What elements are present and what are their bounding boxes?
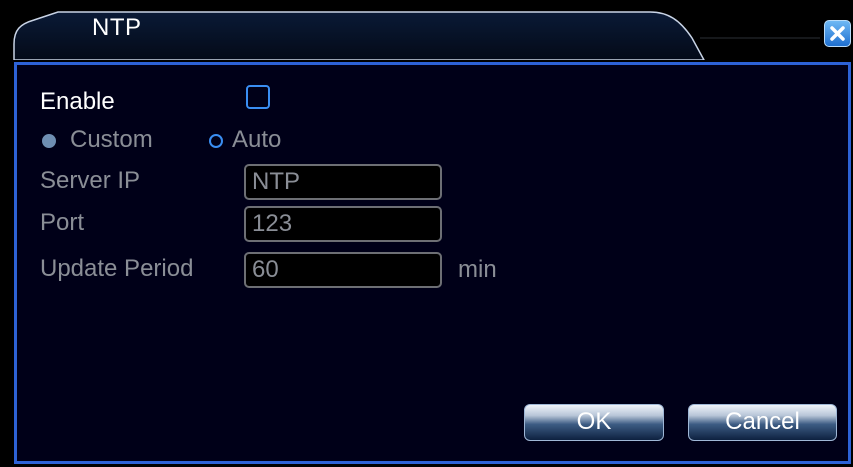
ntp-dialog: NTP Enable Custom Auto Server IP Port Up…: [0, 0, 853, 467]
port-label: Port: [40, 209, 85, 236]
update-period-label: Update Period: [40, 255, 194, 282]
radio-custom-label: Custom: [70, 126, 153, 153]
window-title: NTP: [92, 14, 142, 41]
title-bar: NTP: [0, 0, 853, 60]
port-input[interactable]: [244, 206, 442, 242]
update-period-unit: min: [458, 256, 497, 283]
radio-auto[interactable]: [209, 134, 223, 148]
radio-auto-label: Auto: [232, 126, 282, 153]
server-ip-label: Server IP: [40, 167, 141, 194]
close-button[interactable]: [824, 20, 851, 47]
radio-custom[interactable]: [42, 134, 56, 148]
enable-checkbox[interactable]: [246, 85, 270, 109]
enable-label: Enable: [40, 88, 115, 115]
ok-button[interactable]: OK: [524, 404, 664, 441]
close-icon: [830, 26, 845, 41]
cancel-button[interactable]: Cancel: [688, 404, 837, 441]
server-ip-input[interactable]: [244, 164, 442, 200]
update-period-input[interactable]: [244, 252, 442, 288]
